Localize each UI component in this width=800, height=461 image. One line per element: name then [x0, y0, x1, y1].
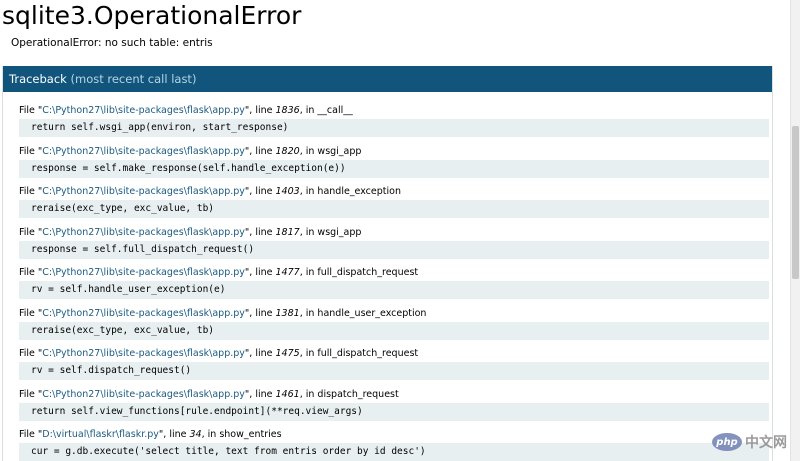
frame-location: File "C:\Python27\lib\site-packages\flas… [19, 267, 772, 281]
frame-function: handle_exception [317, 186, 401, 197]
frame-line-number: 1381 [275, 307, 300, 319]
frame-file-prefix: File " [19, 388, 43, 400]
frame-source-line[interactable]: rv = self.handle_user_exception(e) [19, 281, 769, 299]
frame-line-prefix: ", line [244, 348, 276, 359]
traceback-header-note: (most recent call last) [70, 72, 197, 86]
frame-file-path[interactable]: C:\Python27\lib\site-packages\flask\app.… [42, 186, 245, 197]
traceback-panel: Traceback (most recent call last) File "… [2, 66, 773, 461]
frame-line-number: 1477 [275, 267, 300, 278]
frame-file-prefix: File " [19, 226, 43, 238]
frame-line-number: 1817 [275, 226, 300, 238]
watermark-logo: php [712, 433, 742, 451]
frame-line-number: 1461 [275, 388, 300, 400]
frame-function: wsgi_app [317, 226, 362, 238]
traceback-header: Traceback (most recent call last) [3, 66, 772, 92]
frame-in-prefix: , in [299, 226, 318, 238]
error-message: OperationalError: no such table: entris [11, 37, 213, 49]
frame-source-line[interactable]: reraise(exc_type, exc_value, tb) [19, 200, 769, 218]
frame-file-prefix: File " [19, 307, 43, 319]
traceback-frame: File "C:\Python27\lib\site-packages\flas… [19, 146, 772, 187]
frame-in-prefix: , in [299, 307, 318, 319]
frame-line-number: 1475 [275, 348, 300, 359]
frame-line-prefix: ", line [244, 145, 276, 157]
frame-line-prefix: ", line [158, 429, 190, 440]
frame-source-line[interactable]: reraise(exc_type, exc_value, tb) [19, 321, 769, 340]
frame-line-prefix: ", line [244, 186, 276, 197]
frame-file-path[interactable]: C:\Python27\lib\site-packages\flask\app.… [42, 105, 245, 116]
frame-file-path[interactable]: C:\Python27\lib\site-packages\flask\app.… [42, 389, 245, 400]
frame-file-path[interactable]: C:\Python27\lib\site-packages\flask\app.… [42, 308, 245, 319]
scrollbar-thumb[interactable] [792, 126, 799, 279]
frame-in-prefix: , in [201, 429, 220, 440]
frame-function: full_dispatch_request [317, 348, 419, 359]
frame-line-prefix: ", line [244, 105, 276, 116]
frame-line-prefix: ", line [244, 226, 276, 238]
traceback-frame: File "D:\virtual\flaskr\flaskr.py", line… [19, 429, 772, 461]
frame-line-prefix: ", line [244, 388, 276, 400]
traceback-frame: File "C:\Python27\lib\site-packages\flas… [19, 389, 772, 430]
frame-file-prefix: File " [19, 186, 43, 197]
frame-location: File "C:\Python27\lib\site-packages\flas… [19, 227, 772, 241]
frame-line-number: 1403 [275, 186, 300, 197]
frame-source-line[interactable]: return self.wsgi_app(environ, start_resp… [19, 119, 769, 137]
frame-location: File "C:\Python27\lib\site-packages\flas… [19, 308, 772, 322]
frame-in-prefix: , in [299, 186, 318, 197]
frame-file-path[interactable]: C:\Python27\lib\site-packages\flask\app.… [42, 348, 245, 359]
frame-location: File "C:\Python27\lib\site-packages\flas… [19, 389, 772, 403]
frame-in-prefix: , in [299, 145, 318, 157]
traceback-frame: File "C:\Python27\lib\site-packages\flas… [19, 227, 772, 268]
error-title: sqlite3.OperationalError [2, 1, 302, 30]
frame-function: handle_user_exception [317, 307, 427, 319]
frame-file-prefix: File " [19, 429, 43, 440]
traceback-frame: File "C:\Python27\lib\site-packages\flas… [19, 186, 772, 227]
frame-function: wsgi_app [317, 145, 362, 157]
frame-file-prefix: File " [19, 105, 43, 116]
frame-file-path[interactable]: C:\Python27\lib\site-packages\flask\app.… [42, 227, 245, 238]
frame-location: File "C:\Python27\lib\site-packages\flas… [19, 186, 772, 200]
frame-source-line[interactable]: rv = self.dispatch_request() [19, 362, 769, 380]
vertical-scrollbar[interactable] [790, 0, 800, 461]
watermark-text: 中文网 [745, 435, 787, 451]
frame-line-number: 1836 [275, 105, 300, 116]
frame-source-line[interactable]: return self.view_functions[rule.endpoint… [19, 402, 769, 421]
frame-in-prefix: , in [299, 105, 318, 116]
frame-line-number: 34 [189, 429, 202, 440]
frame-file-prefix: File " [19, 267, 43, 278]
frame-file-prefix: File " [19, 348, 43, 359]
frame-line-number: 1820 [275, 145, 300, 157]
frame-file-path[interactable]: C:\Python27\lib\site-packages\flask\app.… [42, 146, 245, 157]
frame-in-prefix: , in [299, 388, 318, 400]
watermark: php 中文网 [712, 432, 787, 452]
frame-location: File "C:\Python27\lib\site-packages\flas… [19, 105, 772, 119]
frame-function: full_dispatch_request [317, 267, 419, 278]
frame-source-line[interactable]: cur = g.db.execute('select title, text f… [19, 443, 769, 461]
frame-file-path[interactable]: C:\Python27\lib\site-packages\flask\app.… [42, 267, 245, 278]
frame-location: File "C:\Python27\lib\site-packages\flas… [19, 146, 772, 160]
traceback-frame: File "C:\Python27\lib\site-packages\flas… [19, 267, 772, 308]
traceback-frames: File "C:\Python27\lib\site-packages\flas… [3, 92, 772, 461]
frame-in-prefix: , in [299, 348, 318, 359]
debugger-page: sqlite3.OperationalError OperationalErro… [0, 0, 800, 461]
frame-file-prefix: File " [19, 145, 43, 157]
traceback-frame: File "C:\Python27\lib\site-packages\flas… [19, 308, 772, 349]
frame-source-line[interactable]: response = self.make_response(self.handl… [19, 159, 769, 178]
frame-in-prefix: , in [299, 267, 318, 278]
traceback-frame: File "C:\Python27\lib\site-packages\flas… [19, 348, 772, 389]
traceback-header-label: Traceback [9, 72, 71, 86]
frame-source-line[interactable]: response = self.full_dispatch_request() [19, 240, 769, 259]
frame-line-prefix: ", line [244, 267, 276, 278]
frame-function: show_entries [219, 429, 282, 440]
traceback-frame: File "C:\Python27\lib\site-packages\flas… [19, 105, 772, 146]
frame-location: File "D:\virtual\flaskr\flaskr.py", line… [19, 429, 772, 443]
frame-line-prefix: ", line [244, 307, 276, 319]
frame-file-path[interactable]: D:\virtual\flaskr\flaskr.py [42, 429, 159, 440]
frame-function: dispatch_request [317, 388, 399, 400]
frame-location: File "C:\Python27\lib\site-packages\flas… [19, 348, 772, 362]
frame-function: __call__ [317, 105, 353, 116]
